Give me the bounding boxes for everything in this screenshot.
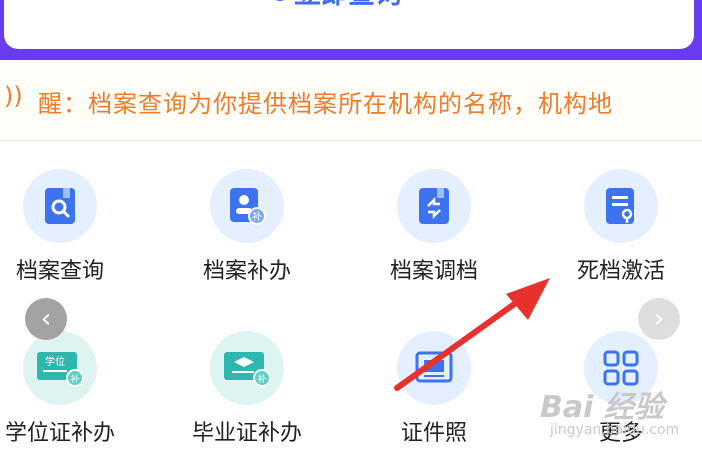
carousel-next-button[interactable]: › (638, 298, 680, 340)
watermark-brand: Bai 经验 (540, 390, 664, 425)
speaker-icon: )) (4, 82, 23, 110)
grid-item-label: 毕业证补办 (191, 421, 302, 446)
query-button[interactable]: 立即查询 (270, 0, 440, 11)
carousel-prev-button[interactable]: ‹ (25, 298, 67, 340)
archive-activate-icon (584, 169, 658, 243)
grid-item-label: 学位证补办 (4, 421, 115, 446)
grid-item-label: 档案查询 (15, 259, 104, 284)
graduation-certificate-icon: 补 (210, 331, 284, 405)
chevron-right-icon: › (653, 304, 665, 334)
degree-certificate-icon: 学位 补 (23, 331, 97, 405)
archive-search-icon (23, 169, 97, 243)
svg-text:补: 补 (257, 373, 266, 385)
grid-item-label: 死档激活 (576, 259, 665, 284)
archive-reissue-icon: 补 (210, 169, 284, 243)
watermark-url: jingyan.baidu.com (550, 422, 680, 438)
search-icon (270, 0, 290, 1)
chevron-left-icon: ‹ (40, 304, 52, 334)
svg-text:学位: 学位 (45, 355, 65, 368)
query-card: 立即查询 (4, 0, 694, 49)
grid-item-id-photo[interactable]: 证件照 (364, 331, 504, 447)
archive-transfer-icon (397, 169, 471, 243)
svg-text:补: 补 (70, 373, 79, 385)
grid-item-archive-activate[interactable]: 死档激活 (551, 169, 691, 285)
watermark: Bai 经验 jingyan.baidu.com (540, 382, 700, 438)
grid-item-label: 证件照 (400, 421, 467, 446)
grid-item-archive-transfer[interactable]: 档案调档 (364, 169, 504, 285)
svg-text:补: 补 (252, 210, 262, 223)
id-photo-icon (397, 331, 471, 405)
grid-item-degree-certificate[interactable]: 学位 补 学位证补办 (0, 331, 130, 447)
notice-text: 醒：档案查询为你提供档案所在机构的名称，机构地 (38, 90, 613, 118)
query-button-label: 立即查询 (294, 0, 402, 11)
grid-item-label: 档案补办 (202, 259, 291, 284)
grid-item-archive-search[interactable]: 档案查询 (0, 169, 130, 285)
grid-item-graduation-certificate[interactable]: 补 毕业证补办 (177, 331, 317, 447)
grid-item-label: 档案调档 (389, 259, 478, 284)
grid-item-archive-reissue[interactable]: 补 档案补办 (177, 169, 317, 285)
